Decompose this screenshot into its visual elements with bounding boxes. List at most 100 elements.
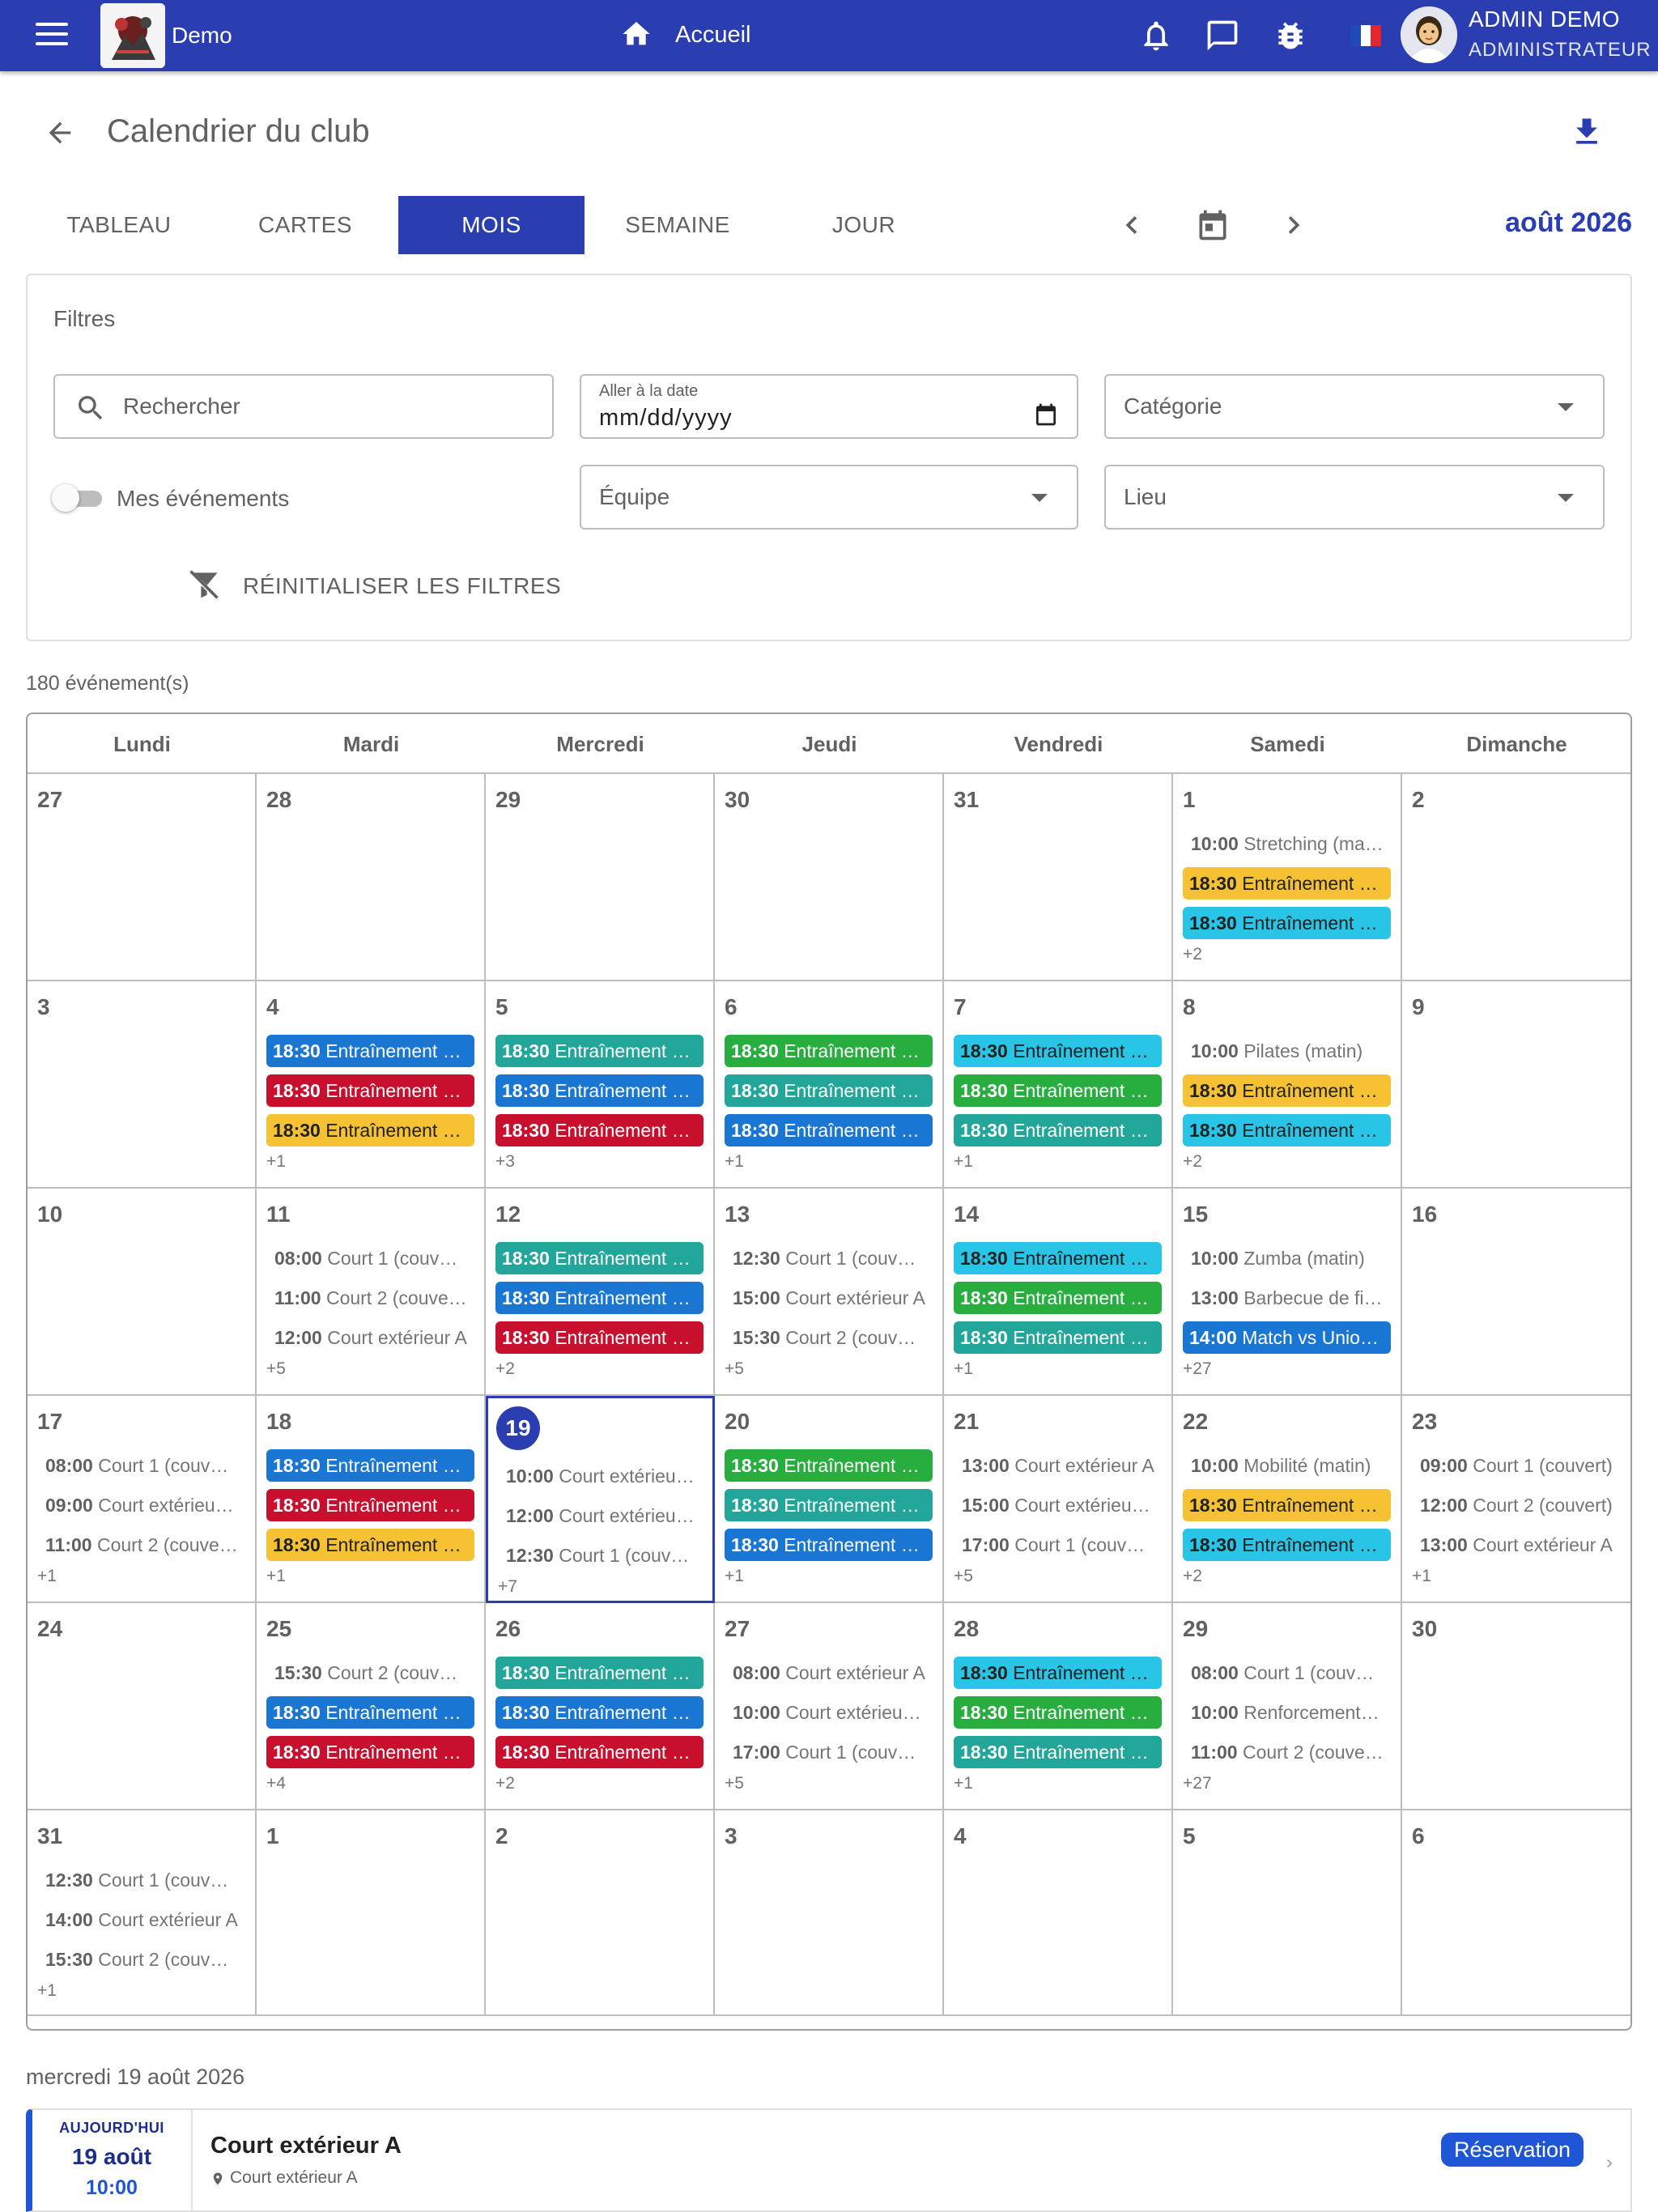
tab-tableau[interactable]: TABLEAU <box>26 196 212 254</box>
calendar-event[interactable]: 18:30 Entraînement h… <box>725 1489 933 1521</box>
calendar-event[interactable]: 18:30 Entraînement h… <box>495 1321 704 1354</box>
day-cell[interactable]: 9 <box>1402 981 1630 1189</box>
calendar-event[interactable]: 18:30 Entraînement h… <box>954 1074 1162 1107</box>
day-number[interactable]: 6 <box>725 994 738 1020</box>
day-cell[interactable]: 28 <box>257 774 486 981</box>
day-number[interactable]: 10 <box>37 1202 62 1227</box>
calendar-event[interactable]: 15:30 Court 2 (couve… <box>37 1943 245 1976</box>
day-cell[interactable]: 27 <box>28 774 257 981</box>
chevron-right-icon[interactable] <box>1276 207 1312 243</box>
day-cell[interactable]: 13 12:30 Court 1 (couve… 15:00 Court extér… <box>715 1189 944 1396</box>
more-events-link[interactable]: +1 <box>1412 1567 1431 1586</box>
calendar-event[interactable]: 12:30 Court 1 (couve… <box>37 1864 245 1896</box>
calendar-event[interactable]: 15:00 Court extérieur A <box>725 1282 933 1314</box>
day-number[interactable]: 21 <box>954 1409 979 1435</box>
back-arrow-icon[interactable] <box>44 117 76 149</box>
day-cell[interactable]: 6 <box>1402 1810 1630 2016</box>
day-cell[interactable]: 20 18:30 Entraînement h… 18:30 Entraînemen… <box>715 1396 944 1603</box>
day-cell[interactable]: 3 <box>28 981 257 1189</box>
more-events-link[interactable]: +1 <box>37 1567 57 1586</box>
calendar-event[interactable]: 18:30 Entraînement h… <box>954 1282 1162 1314</box>
day-number[interactable]: 30 <box>1412 1616 1437 1642</box>
more-events-link[interactable]: +3 <box>495 1152 515 1172</box>
search-input[interactable]: Rechercher <box>53 374 554 439</box>
location-select[interactable]: Lieu <box>1104 465 1605 530</box>
filter-off-icon[interactable] <box>186 567 222 602</box>
date-field[interactable]: Aller à la date mm/dd/yyyy <box>580 374 1078 439</box>
calendar-event[interactable]: 18:30 Entraînement h… <box>1183 1489 1391 1521</box>
day-cell[interactable]: 16 <box>1402 1189 1630 1396</box>
calendar-event[interactable]: 18:30 Entraînement h… <box>495 1242 704 1274</box>
calendar-event[interactable]: 10:00 Stretching (ma… <box>1183 827 1391 860</box>
day-number[interactable]: 5 <box>495 994 508 1020</box>
calendar-event[interactable]: 18:30 Entraînement h… <box>954 1035 1162 1067</box>
calendar-event[interactable]: 15:30 Court 2 (couve… <box>725 1321 933 1354</box>
day-number[interactable]: 27 <box>37 787 62 813</box>
more-events-link[interactable]: +2 <box>1183 1152 1202 1172</box>
day-cell[interactable]: 11 08:00 Court 1 (couve… 11:00 Court 2 (co… <box>257 1189 486 1396</box>
day-number[interactable]: 28 <box>954 1616 979 1642</box>
day-number[interactable]: 13 <box>725 1202 750 1227</box>
day-cell[interactable]: 4 18:30 Entraînement h… 18:30 Entraînement… <box>257 981 486 1189</box>
day-number[interactable]: 4 <box>266 994 279 1020</box>
calendar-event[interactable]: 18:30 Entraînement h… <box>266 1114 474 1146</box>
calendar-event[interactable]: 18:30 Entraînement h… <box>1183 1074 1391 1107</box>
day-cell[interactable]: 3 <box>715 1810 944 2016</box>
calendar-event[interactable]: 13:00 Court extérieur A <box>1412 1529 1621 1561</box>
day-cell[interactable]: 25 15:30 Court 2 (couve… 18:30 Entraînemen… <box>257 1603 486 1810</box>
day-number[interactable]: 17 <box>37 1409 62 1435</box>
more-events-link[interactable]: +2 <box>1183 1567 1202 1586</box>
day-number[interactable]: 3 <box>37 994 50 1020</box>
tab-semaine[interactable]: SEMAINE <box>585 196 771 254</box>
more-events-link[interactable]: +2 <box>495 1359 515 1379</box>
calendar-event[interactable]: 18:30 Entraînement h… <box>1183 1529 1391 1561</box>
day-number[interactable]: 8 <box>1183 994 1196 1020</box>
day-cell[interactable]: 17 08:00 Court 1 (couve… 09:00 Court extér… <box>28 1396 257 1603</box>
calendar-event[interactable]: 12:00 Court 2 (couvert) <box>1412 1489 1621 1521</box>
calendar-event[interactable]: 18:30 Entraînement h… <box>1183 867 1391 900</box>
calendar-event[interactable]: 10:00 Mobilité (matin) <box>1183 1449 1391 1482</box>
calendar-event[interactable]: 18:30 Entraînement h… <box>266 1449 474 1482</box>
day-cell[interactable]: 15 10:00 Zumba (matin) 13:00 Barbecue de f… <box>1173 1189 1402 1396</box>
more-events-link[interactable]: +1 <box>37 1981 57 2001</box>
day-cell[interactable]: 2 <box>486 1810 715 2016</box>
day-cell[interactable]: 5 18:30 Entraînement h… 18:30 Entraînement… <box>486 981 715 1189</box>
day-cell[interactable]: 12 18:30 Entraînement h… 18:30 Entraînemen… <box>486 1189 715 1396</box>
calendar-event[interactable]: 18:30 Entraînement h… <box>954 1242 1162 1274</box>
day-cell[interactable]: 1 <box>257 1810 486 2016</box>
calendar-event[interactable]: 18:30 Entraînement h… <box>495 1035 704 1067</box>
day-cell[interactable]: 24 <box>28 1603 257 1810</box>
team-select[interactable]: Équipe <box>580 465 1078 530</box>
day-cell[interactable]: 27 08:00 Court extérieur A 10:00 Court ext… <box>715 1603 944 1810</box>
reset-filters-button[interactable]: RÉINITIALISER LES FILTRES <box>243 573 561 599</box>
more-events-link[interactable]: +4 <box>266 1774 286 1793</box>
calendar-event[interactable]: 18:30 Entraînement h… <box>266 1736 474 1768</box>
calendar-event[interactable]: 18:30 Entraînement h… <box>266 1529 474 1561</box>
chat-icon[interactable] <box>1205 18 1240 53</box>
day-number[interactable]: 14 <box>954 1202 979 1227</box>
day-number[interactable]: 31 <box>37 1823 62 1849</box>
day-cell[interactable]: 23 09:00 Court 1 (couvert) 12:00 Court 2 (… <box>1402 1396 1630 1603</box>
calendar-event[interactable]: 10:00 Court extérieur A <box>498 1460 703 1492</box>
day-cell[interactable]: 21 13:00 Court extérieur A 15:00 Court ext… <box>944 1396 1173 1603</box>
day-cell[interactable]: 29 <box>486 774 715 981</box>
calendar-event[interactable]: 10:00 Renforcement … <box>1183 1696 1391 1729</box>
day-number[interactable]: 25 <box>266 1616 291 1642</box>
calendar-event[interactable]: 08:00 Court 1 (couve… <box>37 1449 245 1482</box>
more-events-link[interactable]: +1 <box>954 1152 973 1172</box>
chevron-left-icon[interactable] <box>1114 207 1150 243</box>
day-number[interactable]: 1 <box>1183 787 1196 813</box>
more-events-link[interactable]: +27 <box>1183 1359 1212 1379</box>
more-events-link[interactable]: +1 <box>266 1152 286 1172</box>
calendar-event[interactable]: 09:00 Court 1 (couvert) <box>1412 1449 1621 1482</box>
day-number[interactable]: 29 <box>1183 1616 1208 1642</box>
day-number[interactable]: 16 <box>1412 1202 1437 1227</box>
calendar-event[interactable]: 18:30 Entraînement h… <box>495 1074 704 1107</box>
calendar-event[interactable]: 12:30 Court 1 (couve… <box>498 1539 703 1572</box>
more-events-link[interactable]: +7 <box>498 1577 517 1597</box>
bug-icon[interactable] <box>1273 18 1308 53</box>
chevron-right-icon[interactable] <box>1601 2152 1618 2175</box>
event-card[interactable]: AUJOURD'HUI 19 août 10:00 Court extérieu… <box>26 2108 1632 2212</box>
day-number[interactable]: 24 <box>37 1616 62 1642</box>
day-number[interactable]: 18 <box>266 1409 291 1435</box>
